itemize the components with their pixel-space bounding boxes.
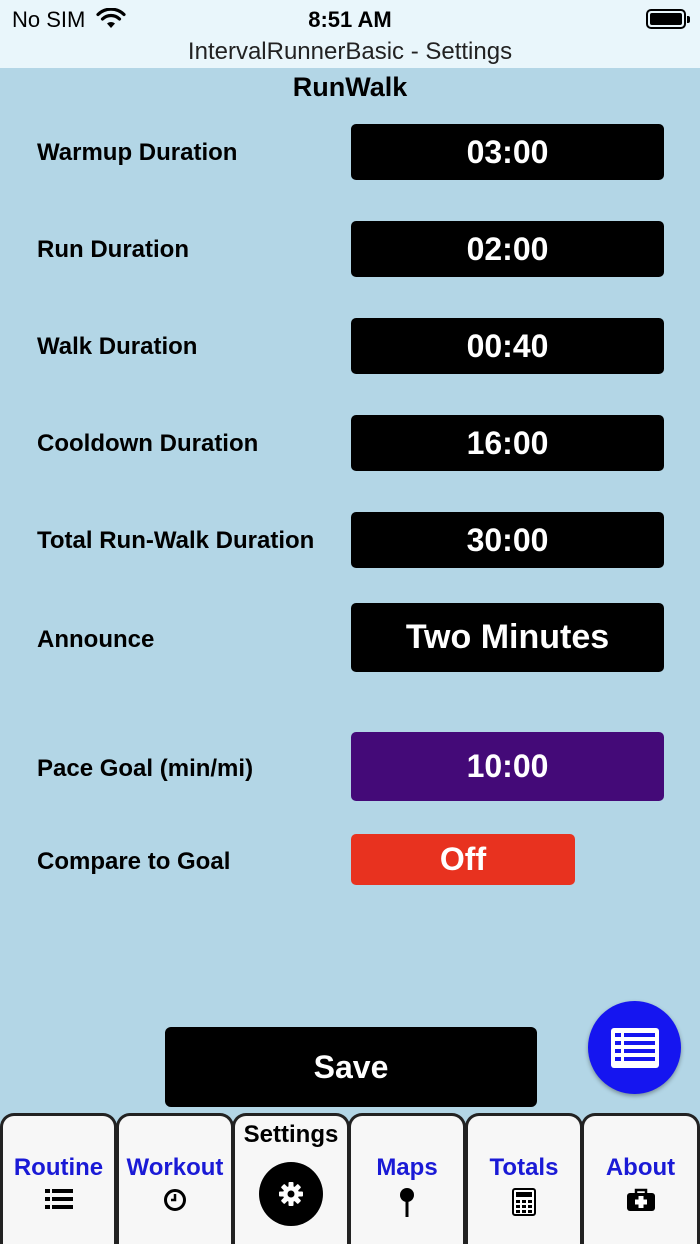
total-run-walk-duration-button[interactable]: 30:00 (351, 512, 664, 568)
clock-icon (164, 1189, 186, 1211)
tab-routine[interactable]: Routine (0, 1113, 117, 1244)
tab-maps[interactable]: Maps (348, 1113, 466, 1244)
walk-duration-button[interactable]: 00:40 (351, 318, 664, 374)
cooldown-duration-label: Cooldown Duration (37, 430, 259, 457)
first-aid-kit-icon (626, 1188, 655, 1211)
clock-time: 8:51 AM (308, 7, 392, 32)
run-duration-button[interactable]: 02:00 (351, 221, 664, 277)
calculator-icon (512, 1188, 536, 1216)
warmup-duration-button[interactable]: 03:00 (351, 124, 664, 180)
run-duration-label: Run Duration (37, 236, 189, 263)
tab-workout[interactable]: Workout (116, 1113, 234, 1244)
total-run-walk-duration-label: Total Run-Walk Duration (37, 527, 315, 554)
tab-about[interactable]: About (581, 1113, 700, 1244)
section-title: RunWalk (292, 72, 408, 102)
announce-button[interactable]: Two Minutes (351, 603, 664, 672)
compare-to-goal-toggle[interactable]: Off (351, 834, 575, 885)
compare-to-goal-label: Compare to Goal (37, 848, 231, 875)
tab-settings[interactable]: Settings (232, 1113, 350, 1244)
cooldown-duration-button[interactable]: 16:00 (351, 415, 664, 471)
map-pin-icon (400, 1188, 414, 1217)
window-title: IntervalRunnerBasic - Settings (0, 38, 700, 68)
pace-goal-label: Pace Goal (min/mi) (37, 755, 254, 782)
tab-bar: Routine Workout Settings Maps Totals Abo… (0, 1113, 700, 1244)
tab-label: Maps (376, 1154, 438, 1181)
pace-goal-button[interactable]: 10:00 (351, 732, 664, 801)
tab-totals[interactable]: Totals (465, 1113, 583, 1244)
status-bar: No SIM 8:51 AM (0, 0, 700, 38)
tab-label: Workout (126, 1154, 224, 1181)
tab-label: About (605, 1154, 676, 1181)
walk-duration-label: Walk Duration (37, 333, 198, 360)
gear-icon (279, 1182, 303, 1206)
battery-icon (646, 9, 690, 29)
active-tab-indicator (259, 1162, 323, 1226)
save-button[interactable]: Save (165, 1027, 537, 1107)
tab-label: Settings (243, 1121, 339, 1148)
list-icon (610, 1027, 659, 1068)
tab-label: Routine (13, 1154, 104, 1181)
announce-label: Announce (37, 626, 155, 653)
tab-label: Totals (489, 1154, 559, 1181)
floating-list-button[interactable] (588, 1001, 681, 1094)
list-icon (44, 1189, 73, 1209)
warmup-duration-label: Warmup Duration (37, 139, 238, 166)
